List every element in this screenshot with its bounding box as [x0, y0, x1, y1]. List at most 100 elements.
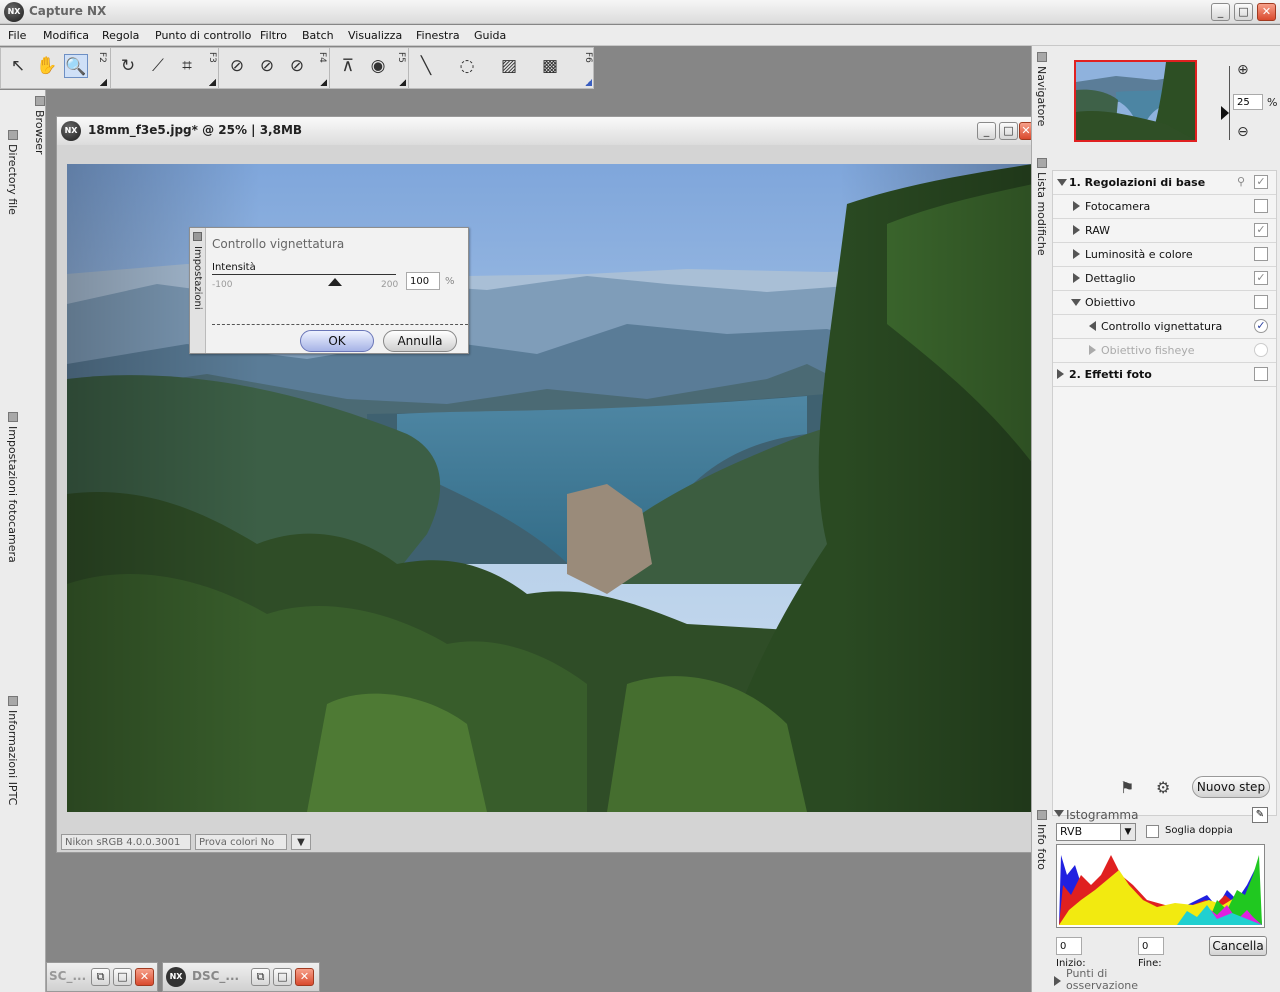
tab-directory-file[interactable]: Directory file — [6, 144, 19, 215]
eyedropper-icon[interactable]: ✎ — [1252, 807, 1268, 823]
cancel-selection-button[interactable]: Cancella — [1209, 936, 1267, 956]
gradient-icon[interactable]: ▨ — [497, 54, 521, 78]
item-checkbox[interactable]: ✓ — [1254, 271, 1268, 285]
fill-icon[interactable]: ▩ — [538, 54, 562, 78]
link-icon[interactable]: ⚲ — [1237, 175, 1245, 188]
active-arrow-icon[interactable] — [1089, 321, 1096, 331]
end-input[interactable] — [1138, 937, 1164, 955]
collapse-arrow-icon[interactable] — [1071, 299, 1081, 306]
step-checkbox[interactable] — [1254, 367, 1268, 381]
tab-info-foto[interactable]: Info foto — [1035, 824, 1048, 870]
straighten-icon[interactable]: ⟋ — [146, 54, 170, 78]
select-arrow-icon[interactable]: ↖ — [6, 54, 30, 78]
double-threshold-checkbox[interactable] — [1146, 825, 1159, 838]
intensity-input[interactable] — [406, 272, 440, 290]
directory-collapse-icon[interactable] — [8, 130, 18, 140]
rotate-icon[interactable]: ↻ — [116, 54, 140, 78]
step-checkbox[interactable]: ✓ — [1254, 175, 1268, 189]
doc-maximize-button[interactable]: □ — [999, 122, 1018, 140]
ok-button[interactable]: OK — [300, 330, 374, 352]
docked-maximize-button[interactable]: □ — [113, 968, 132, 986]
info-collapse-icon[interactable] — [1037, 810, 1047, 820]
tab-lista-modifiche[interactable]: Lista modifiche — [1035, 172, 1048, 256]
docked-document[interactable]: NX DSC_... ⧉ □ ✕ — [162, 962, 320, 992]
edit-item-brightness[interactable]: Luminosità e colore — [1053, 243, 1276, 267]
gear-icon[interactable]: ⚙ — [1156, 778, 1170, 797]
item-checkbox[interactable]: ✓ — [1254, 223, 1268, 237]
flag-icon[interactable]: ⚑ — [1120, 778, 1134, 797]
doc-minimize-button[interactable]: _ — [977, 122, 996, 140]
tab-impostazioni[interactable]: Impostazioni — [192, 246, 203, 310]
chevron-down-icon[interactable]: ▼ — [1120, 824, 1135, 840]
toolbar-expand-icon[interactable] — [320, 79, 327, 86]
edit-item-detail[interactable]: Dettaglio ✓ — [1053, 267, 1276, 291]
edit-item-vignette[interactable]: Controllo vignettatura ✓ — [1053, 315, 1276, 339]
menu-filtro[interactable]: Filtro — [260, 29, 287, 42]
tab-browser[interactable]: Browser — [33, 110, 46, 155]
menu-batch[interactable]: Batch — [302, 29, 334, 42]
browser-collapse-icon[interactable] — [35, 96, 45, 106]
expand-arrow-icon[interactable] — [1073, 201, 1080, 211]
hand-pan-icon[interactable]: ✋ — [35, 54, 59, 78]
tab-iptc-info[interactable]: Informazioni IPTC — [6, 710, 19, 805]
slider-thumb-icon[interactable] — [327, 278, 342, 286]
item-checkbox[interactable] — [1254, 295, 1268, 309]
close-button[interactable]: ✕ — [1257, 3, 1276, 21]
tab-navigatore[interactable]: Navigatore — [1035, 66, 1048, 126]
edit-list-collapse-icon[interactable] — [1037, 158, 1047, 168]
item-checkbox[interactable] — [1254, 199, 1268, 213]
docked-document[interactable]: SC_... ⧉ □ ✕ — [46, 962, 158, 992]
cancel-button[interactable]: Annulla — [383, 330, 457, 352]
soft-proof-field[interactable]: Prova colori No — [195, 834, 287, 850]
minimize-button[interactable]: _ — [1211, 3, 1230, 21]
zoom-pointer-icon[interactable] — [1221, 106, 1229, 120]
red-eye-icon[interactable]: ⊼ — [336, 54, 360, 78]
item-radio[interactable] — [1254, 343, 1268, 357]
dialog-collapse-icon[interactable] — [193, 232, 202, 241]
brush-icon[interactable]: ╲ — [414, 54, 438, 78]
menu-punto-di-controllo[interactable]: Punto di controllo — [155, 29, 251, 42]
collapse-arrow-icon[interactable] — [1057, 179, 1067, 186]
maximize-button[interactable]: □ — [1234, 3, 1253, 21]
lasso-icon[interactable]: ◌ — [455, 54, 479, 78]
crop-icon[interactable]: ⌗ — [175, 54, 199, 78]
docked-maximize-button[interactable]: □ — [273, 968, 292, 986]
status-dropdown-icon[interactable]: ▼ — [291, 834, 311, 850]
menu-finestra[interactable]: Finestra — [416, 29, 460, 42]
toolbar-expand-icon[interactable] — [585, 79, 592, 86]
expand-arrow-icon[interactable] — [1057, 369, 1064, 379]
expand-arrow-icon[interactable] — [1073, 273, 1080, 283]
menu-visualizza[interactable]: Visualizza — [348, 29, 402, 42]
tab-camera-settings[interactable]: Impostazioni fotocamera — [6, 426, 19, 563]
docked-restore-button[interactable]: ⧉ — [91, 968, 110, 986]
edit-step-effects[interactable]: 2. Effetti foto — [1053, 363, 1276, 387]
docked-close-button[interactable]: ✕ — [295, 968, 314, 986]
menu-guida[interactable]: Guida — [474, 29, 506, 42]
zoom-icon[interactable]: 🔍 — [64, 54, 88, 78]
edit-item-camera[interactable]: Fotocamera — [1053, 195, 1276, 219]
black-point-icon[interactable]: ⊘ — [225, 54, 249, 78]
item-radio[interactable]: ✓ — [1254, 319, 1268, 333]
zoom-out-icon[interactable]: ⊖ — [1237, 124, 1249, 140]
menu-modifica[interactable]: Modifica — [43, 29, 89, 42]
channel-select[interactable]: RVB ▼ — [1056, 823, 1136, 841]
toolbar-expand-icon[interactable] — [209, 79, 216, 86]
menu-regola[interactable]: Regola — [102, 29, 139, 42]
edit-item-lens[interactable]: Obiettivo — [1053, 291, 1276, 315]
start-input[interactable] — [1056, 937, 1082, 955]
item-checkbox[interactable] — [1254, 247, 1268, 261]
iptc-collapse-icon[interactable] — [8, 696, 18, 706]
histogram-graph[interactable] — [1056, 844, 1265, 928]
toolbar-expand-icon[interactable] — [399, 79, 406, 86]
edit-item-fisheye[interactable]: Obiettivo fisheye — [1053, 339, 1276, 363]
edit-item-raw[interactable]: RAW ✓ — [1053, 219, 1276, 243]
neutral-point-icon[interactable]: ⊘ — [285, 54, 309, 78]
zoom-in-icon[interactable]: ⊕ — [1237, 62, 1249, 78]
toolbar-expand-icon[interactable] — [100, 79, 107, 86]
white-point-icon[interactable]: ⊘ — [255, 54, 279, 78]
watch-points-expand-icon[interactable] — [1054, 976, 1061, 986]
menu-file[interactable]: File — [8, 29, 26, 42]
intensity-slider[interactable] — [212, 274, 396, 275]
expand-arrow-icon[interactable] — [1089, 345, 1096, 355]
edit-step-basic[interactable]: 1. Regolazioni di base ⚲ ✓ — [1053, 171, 1276, 195]
